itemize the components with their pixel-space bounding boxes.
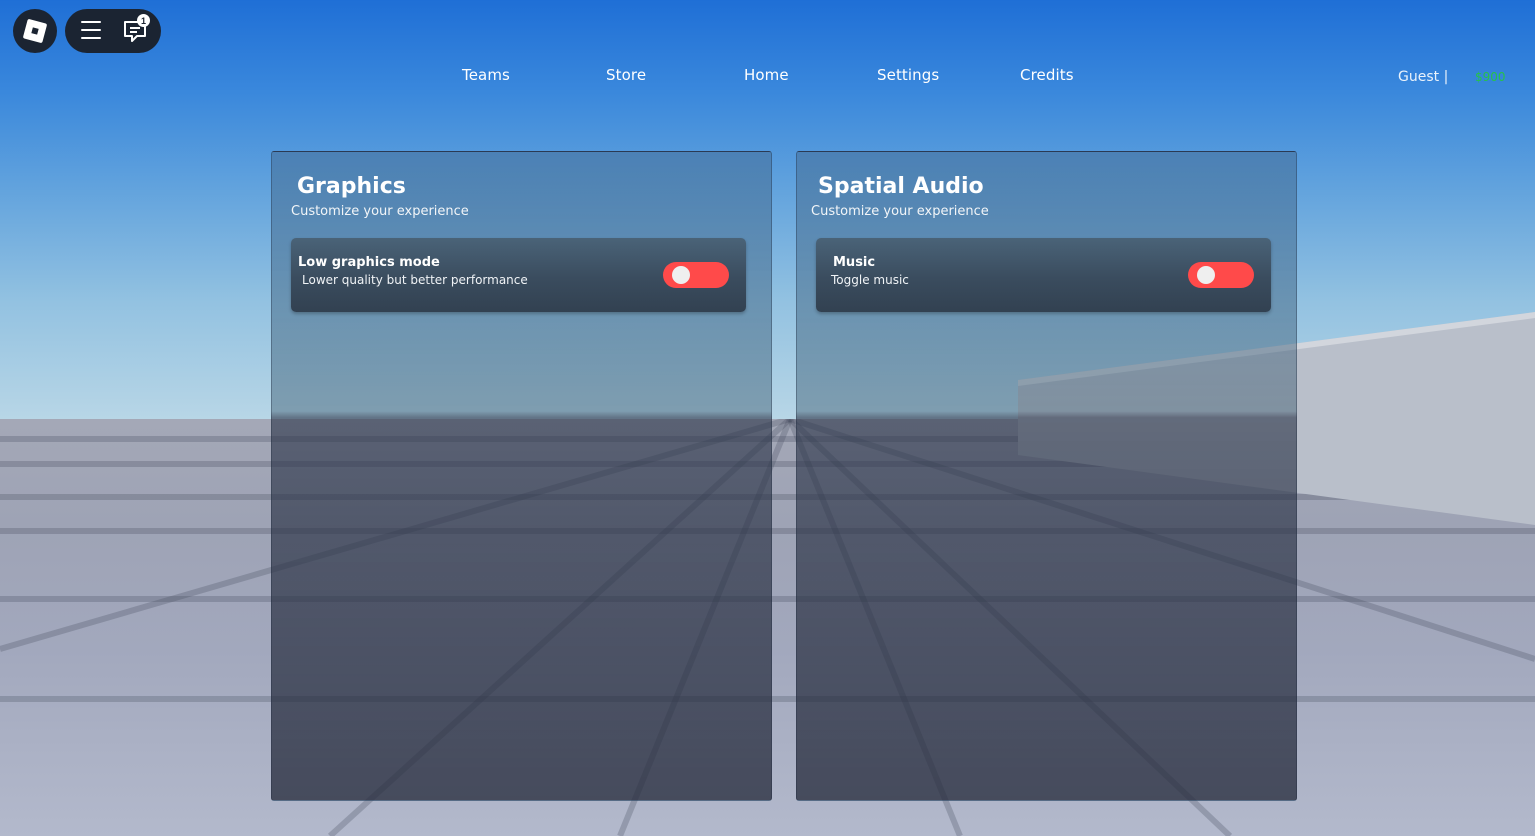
setting-description: Toggle music (831, 273, 909, 287)
nav-item-store[interactable]: Store (606, 66, 646, 84)
setting-low-graphics-mode: Low graphics mode Lower quality but bett… (291, 238, 746, 312)
setting-name: Music (833, 255, 876, 270)
toggle-knob (672, 266, 690, 284)
chat-notification-badge: 1 (137, 14, 150, 27)
roblox-logo-icon (22, 18, 48, 44)
main-nav: Teams Store Home Settings Credits (0, 66, 1535, 88)
panel-subtitle: Customize your experience (291, 204, 469, 219)
low-graphics-toggle[interactable] (663, 262, 729, 288)
nav-item-home[interactable]: Home (744, 66, 789, 84)
hamburger-menu-icon[interactable] (81, 21, 101, 41)
setting-description: Lower quality but better performance (302, 273, 528, 287)
graphics-panel: Graphics Customize your experience Low g… (271, 151, 772, 801)
panel-title: Graphics (297, 174, 406, 199)
setting-music: Music Toggle music (816, 238, 1271, 312)
toggle-knob (1197, 266, 1215, 284)
music-toggle[interactable] (1188, 262, 1254, 288)
nav-item-credits[interactable]: Credits (1020, 66, 1074, 84)
topbar-menu-pill: 1 (65, 9, 161, 53)
money-label: $900 (1475, 70, 1506, 84)
panel-subtitle: Customize your experience (811, 204, 989, 219)
nav-item-settings[interactable]: Settings (877, 66, 939, 84)
roblox-logo-button[interactable] (13, 9, 57, 53)
spatial-audio-panel: Spatial Audio Customize your experience … (796, 151, 1297, 801)
username-label: Guest | (1398, 69, 1449, 85)
panel-title: Spatial Audio (818, 174, 984, 199)
nav-item-teams[interactable]: Teams (462, 66, 510, 84)
setting-name: Low graphics mode (298, 255, 440, 270)
